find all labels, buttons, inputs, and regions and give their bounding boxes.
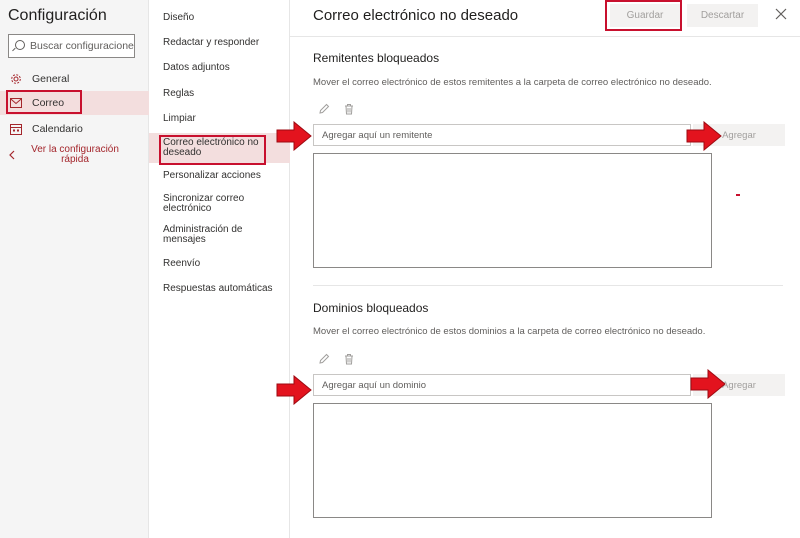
blocked-domains-title: Dominios bloqueados [313,301,429,315]
discard-button[interactable]: Descartar [687,4,758,27]
section-divider [313,285,783,286]
add-domain-placeholder: Agregar aquí un dominio [322,379,427,391]
trash-icon[interactable] [343,353,355,365]
settings-title: Configuración [8,7,107,24]
submenu-item-respuestas[interactable]: Respuestas automáticas [163,284,283,294]
save-button[interactable]: Guardar [610,4,680,27]
pencil-icon[interactable] [318,103,330,115]
sidebar-item-calendario[interactable]: Calendario [0,117,149,141]
settings-content: Correo electrónico no deseado Guardar De… [290,0,800,538]
blocked-senders-description: Mover el correo electrónico de estos rem… [313,77,712,88]
submenu-item-diseno[interactable]: Diseño [163,13,283,23]
quick-settings-label: Ver la configuración rápida [31,144,119,165]
mail-icon [10,97,22,109]
search-input[interactable]: Buscar configuraciones [8,34,135,58]
sidebar-item-label: General [32,73,70,85]
submenu-item-reenvio[interactable]: Reenvío [163,259,283,269]
page-title: Correo electrónico no deseado [313,7,519,24]
gear-icon [10,73,22,85]
header-divider [290,36,800,37]
search-placeholder: Buscar configuraciones [30,40,134,52]
search-icon [15,39,25,50]
add-domain-input[interactable]: Agregar aquí un dominio [313,374,691,396]
blocked-senders-title: Remitentes bloqueados [313,51,440,65]
sidebar-item-general[interactable]: General [0,67,149,91]
submenu-item-reglas[interactable]: Reglas [163,89,283,99]
submenu-item-limpiar[interactable]: Limpiar [163,114,283,124]
submenu-item-redactar[interactable]: Redactar y responder [163,38,283,48]
submenu-item-sincronizar[interactable]: Sincronizar correo electrónico [163,194,258,214]
add-sender-placeholder: Agregar aquí un remitente [322,129,433,141]
trash-icon[interactable] [343,103,355,115]
annotation-arrow-icon [276,375,312,405]
sidebar-item-label: Calendario [32,123,83,135]
sidebar-item-correo[interactable]: Correo [0,91,149,115]
annotation-arrow-icon [690,369,726,399]
blocked-domains-list[interactable] [313,403,712,518]
annotation-arrow-icon [276,121,312,151]
settings-sidebar: Configuración Buscar configuraciones Gen… [0,0,149,538]
blocked-senders-list[interactable] [313,153,712,268]
calendar-icon [10,123,22,135]
sidebar-item-label: Correo [32,97,65,109]
pencil-icon[interactable] [318,353,330,365]
annotation-mark [736,194,740,196]
chevron-left-icon [8,149,20,163]
annotation-arrow-icon [686,121,722,151]
close-icon[interactable] [775,8,787,20]
submenu-item-personalizar[interactable]: Personalizar acciones [163,171,283,181]
mail-submenu: Diseño Redactar y responder Datos adjunt… [149,0,290,538]
submenu-item-adjuntos[interactable]: Datos adjuntos [163,63,283,73]
quick-settings-link[interactable]: Ver la configuración rápida [0,145,149,165]
add-sender-input[interactable]: Agregar aquí un remitente [313,124,691,146]
submenu-item-no-deseado[interactable]: Correo electrónico no deseado [163,138,263,158]
submenu-item-administracion[interactable]: Administración de mensajes [163,225,258,245]
blocked-domains-description: Mover el correo electrónico de estos dom… [313,326,706,337]
